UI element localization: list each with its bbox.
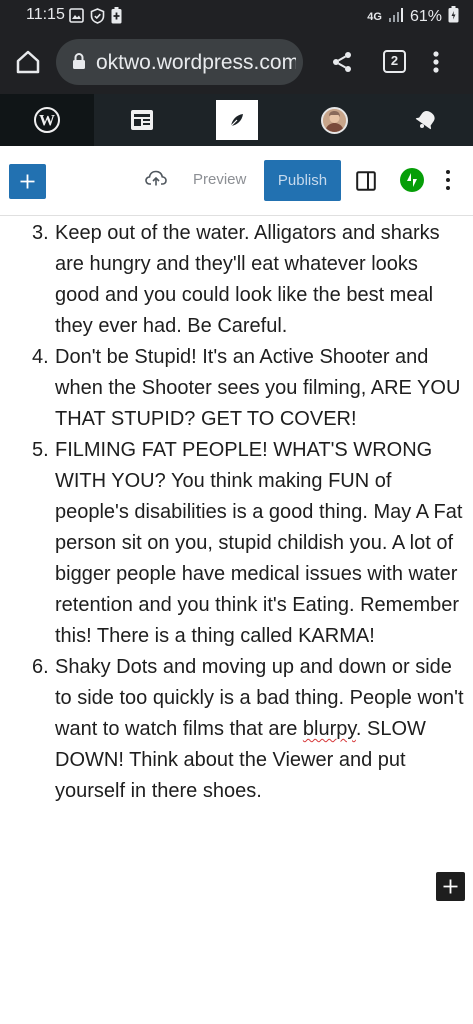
list-item[interactable]: 5. FILMING FAT PEOPLE! WHAT'S WRONG WITH… bbox=[0, 435, 473, 652]
plus-icon bbox=[19, 173, 36, 195]
svg-text:W: W bbox=[39, 113, 55, 130]
options-icon[interactable] bbox=[445, 169, 451, 196]
add-block-button[interactable] bbox=[9, 164, 46, 199]
settings-sidebar-icon[interactable] bbox=[356, 171, 376, 196]
gallery-icon bbox=[69, 8, 84, 28]
editor-toolbar: Preview Publish bbox=[0, 146, 473, 216]
list-text[interactable]: Don't be Stupid! It's an Active Shooter … bbox=[55, 346, 460, 430]
url-text: oktwo.wordpress.com bbox=[96, 51, 296, 74]
list-number: 3. bbox=[32, 222, 49, 244]
signal-icon bbox=[388, 7, 404, 27]
my-sites-button[interactable]: W bbox=[0, 94, 94, 146]
list-number: 5. bbox=[32, 439, 49, 461]
list-item[interactable]: 4. Don't be Stupid! It's an Active Shoot… bbox=[0, 342, 473, 435]
battery-saver-icon bbox=[111, 7, 122, 29]
notifications-icon[interactable] bbox=[414, 108, 438, 137]
cloud-upload-icon[interactable] bbox=[145, 170, 167, 192]
network-type: 4G bbox=[367, 11, 382, 23]
wordpress-logo-icon: W bbox=[34, 107, 60, 138]
list-text[interactable]: FILMING FAT PEOPLE! WHAT'S WRONG WITH YO… bbox=[55, 439, 462, 647]
write-icon bbox=[228, 111, 246, 134]
wp-admin-toolbar: W bbox=[0, 94, 473, 146]
status-icons-right: 4G 61% bbox=[367, 6, 459, 28]
home-icon[interactable] bbox=[14, 48, 42, 76]
jetpack-icon[interactable] bbox=[400, 168, 424, 192]
status-icons-left bbox=[69, 7, 122, 29]
publish-button[interactable]: Publish bbox=[264, 160, 341, 201]
avatar[interactable] bbox=[321, 107, 348, 134]
list-number: 4. bbox=[32, 346, 49, 368]
write-button[interactable] bbox=[216, 100, 258, 140]
list-number: 6. bbox=[32, 656, 49, 678]
floating-add-block-button[interactable] bbox=[436, 872, 465, 901]
status-bar: 11:15 4G 61% bbox=[0, 0, 473, 32]
battery-level: 61% bbox=[409, 8, 442, 25]
list-text[interactable]: Keep out of the water. Alligators and sh… bbox=[55, 222, 440, 337]
browser-toolbar: oktwo.wordpress.com 2 bbox=[0, 32, 473, 94]
list-item[interactable]: 6. Shaky Dots and moving up and down or … bbox=[0, 652, 473, 807]
preview-button[interactable]: Preview bbox=[193, 171, 246, 188]
list-item[interactable]: 3. Keep out of the water. Alligators and… bbox=[0, 218, 473, 342]
shield-icon bbox=[90, 7, 105, 29]
share-icon[interactable] bbox=[330, 50, 354, 79]
lock-icon bbox=[72, 52, 86, 75]
tab-switcher-button[interactable]: 2 bbox=[383, 50, 406, 73]
numbered-list[interactable]: 3. Keep out of the water. Alligators and… bbox=[0, 218, 473, 807]
more-vertical-icon[interactable] bbox=[432, 50, 440, 79]
status-time: 11:15 bbox=[26, 6, 65, 23]
plus-icon bbox=[442, 878, 459, 900]
reader-icon[interactable] bbox=[130, 109, 154, 136]
address-bar[interactable]: oktwo.wordpress.com bbox=[56, 39, 303, 85]
battery-icon bbox=[448, 6, 459, 28]
misspelled-word[interactable]: blurpy bbox=[303, 718, 356, 740]
